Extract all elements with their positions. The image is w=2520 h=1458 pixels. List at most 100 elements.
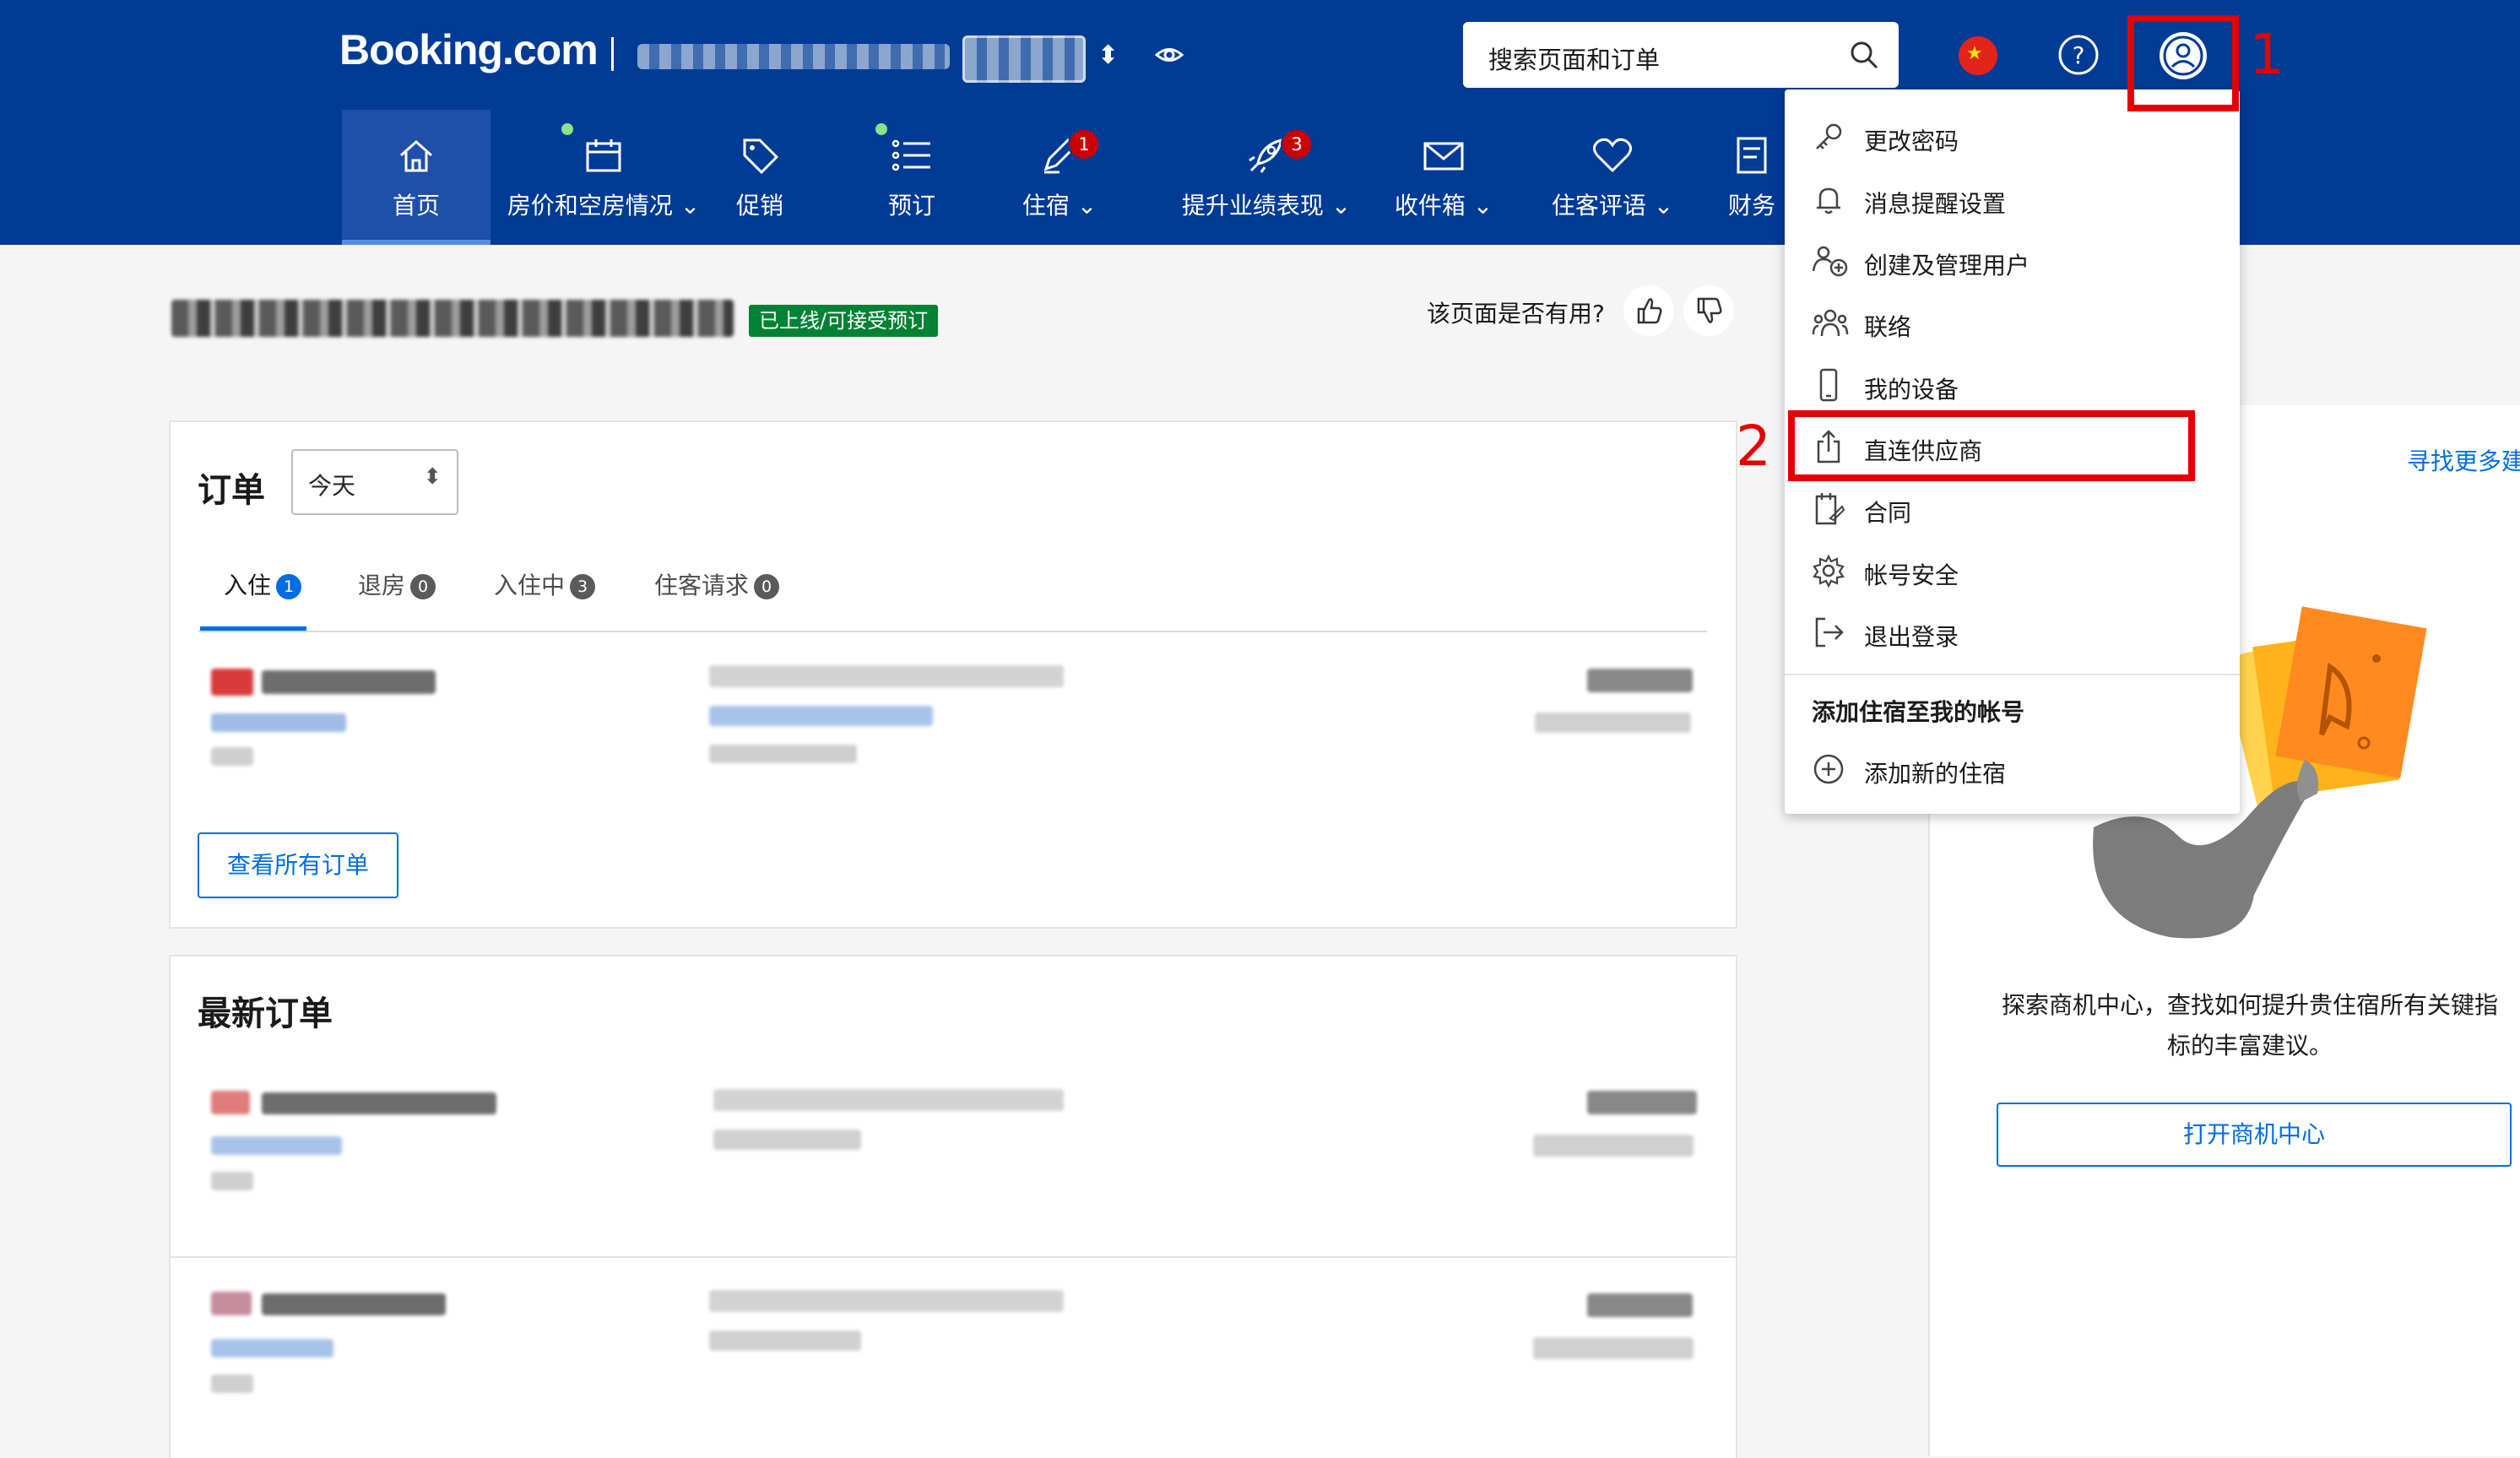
order-guests-blurred xyxy=(713,1130,861,1150)
active-underline xyxy=(342,240,490,245)
menu-label: 帐号安全 xyxy=(1864,561,1959,589)
menu-label: 联络 xyxy=(1864,313,1912,341)
orders-date-select[interactable]: 今天 ⬍ xyxy=(291,449,458,515)
menu-label: 创建及管理用户 xyxy=(1864,252,2030,279)
nav-reservations[interactable]: 预订 xyxy=(865,110,958,245)
gear-icon xyxy=(1813,554,1845,588)
menu-divider xyxy=(1785,674,2240,675)
status-badge: 已上线/可接受预订 xyxy=(749,305,939,337)
reservation-link-blurred[interactable] xyxy=(211,1339,333,1358)
list-icon xyxy=(891,139,930,171)
nav-label: 提升业绩表现 ⌄ xyxy=(1181,192,1352,220)
eye-icon[interactable] xyxy=(1155,41,1184,69)
home-icon xyxy=(400,139,432,172)
nav-property[interactable]: 1 住宿 ⌄ xyxy=(1009,110,1110,245)
menu-section-title: 添加住宿至我的帐号 xyxy=(1812,698,2025,726)
order-guests-blurred xyxy=(709,745,857,763)
orders-title: 订单 xyxy=(198,471,265,510)
tab-count: 3 xyxy=(570,574,596,599)
annotation-label-1: 1 xyxy=(2249,22,2284,87)
property-switch-icon[interactable]: ⬍ xyxy=(1097,41,1119,70)
menu-manage-users[interactable]: 创建及管理用户 xyxy=(1785,230,2240,290)
find-more-link[interactable]: 寻找更多建 xyxy=(2407,443,2520,477)
order-detail-blurred xyxy=(211,1374,253,1393)
order-room-link-blurred[interactable] xyxy=(709,706,933,726)
order-dates-blurred xyxy=(713,1089,1064,1111)
property-id-blurred[interactable] xyxy=(962,35,1086,83)
menu-change-password[interactable]: 更改密码 xyxy=(1785,106,2240,165)
search-box[interactable]: 搜索页面和订单 xyxy=(1463,22,1899,88)
order-price-blurred xyxy=(1587,669,1693,692)
open-opportunity-center-button[interactable]: 打开商机中心 xyxy=(1997,1103,2512,1167)
search-input[interactable]: 搜索页面和订单 xyxy=(1488,41,1660,76)
property-name-blurred xyxy=(171,300,734,337)
menu-notification-settings[interactable]: 消息提醒设置 xyxy=(1785,169,2240,228)
nav-home[interactable]: 首页 xyxy=(342,110,490,245)
key-icon xyxy=(1816,123,1842,149)
tab-guest-requests[interactable]: 住客请求 0 xyxy=(654,567,780,601)
help-icon[interactable]: ? xyxy=(2057,34,2100,76)
menu-label: 合同 xyxy=(1864,499,1912,527)
logout-icon xyxy=(1815,617,1844,648)
thumbs-down-icon xyxy=(1697,297,1722,323)
nav-finance[interactable]: 财务 xyxy=(1718,110,1786,245)
bell-icon xyxy=(1817,187,1840,214)
side-description: 探索商机中心，查找如何提升贵住宿所有关键指标的丰富建议。 xyxy=(2001,991,2498,1060)
reservation-link-blurred[interactable] xyxy=(211,1136,342,1155)
menu-label: 退出登录 xyxy=(1864,623,1959,651)
latest-orders-card xyxy=(169,955,1737,1458)
order-price-blurred xyxy=(1587,1293,1693,1317)
nav-label: 房价和空房情况 ⌄ xyxy=(507,192,701,220)
row-divider xyxy=(169,1256,1736,1258)
country-flag-blurred xyxy=(211,1091,250,1114)
tab-label: 住客请求 xyxy=(654,572,750,599)
search-icon[interactable] xyxy=(1848,39,1880,71)
thumbs-down-button[interactable] xyxy=(1683,285,1734,336)
svg-text:?: ? xyxy=(2073,41,2085,69)
new-dot xyxy=(875,123,887,135)
nav-inbox[interactable]: 收件箱 ⌄ xyxy=(1389,110,1498,245)
reservation-link-blurred[interactable] xyxy=(211,713,346,732)
nav-performance[interactable]: 3 提升业绩表现 ⌄ xyxy=(1178,110,1355,245)
select-value: 今天 xyxy=(308,472,356,500)
menu-label: 更改密码 xyxy=(1864,127,1959,155)
tab-label: 入住中 xyxy=(494,572,566,599)
menu-contacts[interactable]: 联络 xyxy=(1785,292,2240,351)
order-detail-blurred xyxy=(211,1172,253,1190)
tab-in-house[interactable]: 入住中 3 xyxy=(494,567,596,601)
helpful-question: 该页面是否有用? xyxy=(1427,300,1605,328)
heart-icon xyxy=(1593,138,1632,173)
language-flag-icon[interactable]: ★ xyxy=(1959,36,1997,75)
plus-circle-icon xyxy=(1813,754,1844,784)
logo-divider xyxy=(611,37,614,71)
nav-promotions[interactable]: 促销 xyxy=(713,110,806,245)
guest-name-blurred xyxy=(262,670,436,694)
nav-label: 住宿 ⌄ xyxy=(1022,192,1097,220)
nav-label: 收件箱 ⌄ xyxy=(1394,192,1493,220)
view-all-orders-button[interactable]: 查看所有订单 xyxy=(198,832,398,898)
tab-checkout[interactable]: 退房 0 xyxy=(358,567,436,601)
contract-icon xyxy=(1815,493,1845,525)
nav-reviews[interactable]: 住客评语 ⌄ xyxy=(1545,110,1680,245)
envelope-icon xyxy=(1423,142,1464,171)
tab-checkin[interactable]: 入住 1 xyxy=(224,567,302,601)
menu-my-devices[interactable]: 我的设备 xyxy=(1785,355,2240,414)
document-icon xyxy=(1737,137,1767,174)
latest-orders-title: 最新订单 xyxy=(198,995,333,1033)
phone-icon xyxy=(1819,368,1838,402)
nav-label: 住客评语 ⌄ xyxy=(1551,192,1674,220)
nav-rates[interactable]: 房价和空房情况 ⌄ xyxy=(502,110,705,245)
menu-logout[interactable]: 退出登录 xyxy=(1785,602,2240,661)
guest-name-blurred xyxy=(262,1293,446,1315)
annotation-label-2: 2 xyxy=(1736,414,1771,479)
order-status-blurred xyxy=(1535,713,1691,733)
order-dates-blurred xyxy=(709,665,1064,687)
tab-label: 退房 xyxy=(358,572,406,599)
booking-logo[interactable]: Booking.com xyxy=(339,25,599,74)
thumbs-up-button[interactable] xyxy=(1623,285,1674,336)
tab-label: 入住 xyxy=(224,572,272,599)
property-selector-blurred[interactable] xyxy=(637,44,950,69)
menu-add-new-property[interactable]: 添加新的住宿 xyxy=(1785,739,2240,798)
menu-contract[interactable]: 合同 xyxy=(1785,478,2240,537)
menu-account-security[interactable]: 帐号安全 xyxy=(1785,540,2240,599)
